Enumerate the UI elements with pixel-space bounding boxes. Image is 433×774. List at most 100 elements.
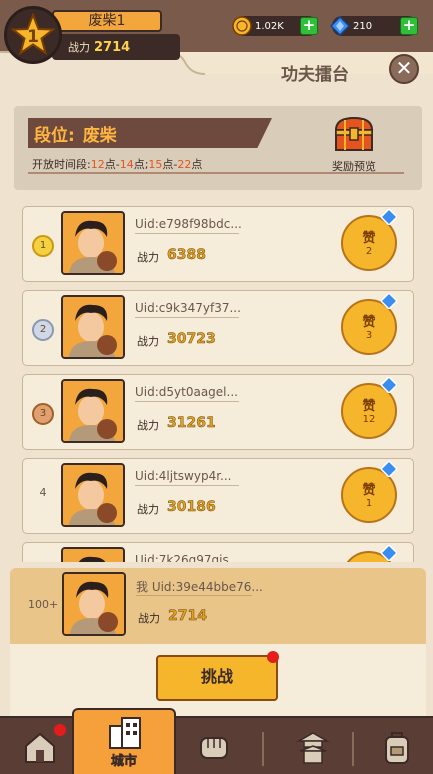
fighter-portrait-icon	[63, 381, 123, 441]
coin-icon	[232, 16, 252, 36]
rank-label: 段位:	[34, 125, 75, 146]
power-value: 6388	[167, 247, 206, 264]
uid-divider	[135, 317, 239, 318]
open-time-t1: 12	[90, 158, 105, 171]
diamond-icon	[381, 545, 397, 561]
reward-preview-button[interactable]: 奖励预览	[326, 116, 382, 174]
fighter-portrait-icon	[63, 213, 123, 273]
close-button[interactable]: ✕	[389, 54, 419, 84]
rank-panel: 段位: 废柴 开放时间段:12点-14点;15点-22点 奖励预览	[14, 106, 422, 190]
open-time-t4: 22	[177, 158, 192, 171]
uid-divider	[135, 233, 239, 234]
coin-counter: 1.02K +	[232, 16, 318, 36]
player-uid: Uid:7k26g97gis...	[135, 553, 241, 562]
fist-icon	[200, 737, 228, 759]
rank-value: 废柴	[82, 125, 117, 146]
avatar[interactable]	[61, 463, 125, 527]
challenge-button[interactable]: 挑战	[156, 655, 278, 701]
open-time-t1u: 点-	[104, 158, 120, 171]
nav-pagoda[interactable]	[280, 718, 346, 774]
power-label: 战力	[137, 251, 159, 264]
like-count: 1	[365, 498, 373, 509]
city-building-icon	[109, 717, 141, 749]
open-time-t4u: 点	[191, 158, 203, 171]
my-power-label: 战力	[138, 612, 160, 625]
power-value: 30723	[167, 331, 216, 348]
uid-divider	[135, 485, 239, 486]
gold-medal-icon: 1	[32, 235, 54, 257]
open-time-t2: 14	[119, 158, 134, 171]
player-uid: Uid:e798f98bdc...	[135, 217, 242, 231]
power-label: 战力	[137, 335, 159, 348]
pagoda-icon	[296, 732, 330, 764]
close-icon: ✕	[395, 56, 413, 80]
my-rank: 100+	[28, 598, 59, 611]
avatar[interactable]	[61, 211, 125, 275]
nav-fight[interactable]	[180, 718, 250, 774]
list-item[interactable]: 1 Uid:e798f98bdc... 战力 6388 赞 2	[22, 206, 414, 282]
open-time-t2u: 点;	[133, 158, 149, 171]
nav-divider	[262, 732, 264, 766]
player-power-value: 2714	[94, 39, 131, 55]
nav-city-label: 城市	[110, 754, 138, 770]
avatar[interactable]	[61, 547, 125, 562]
player-power: 战力 2714	[52, 34, 180, 60]
like-label: 赞	[362, 315, 376, 330]
like-count: 12	[362, 414, 376, 425]
nav-city[interactable]: 城市	[72, 708, 176, 774]
page-title: 功夫擂台	[281, 65, 349, 85]
like-label: 赞	[362, 399, 376, 414]
ranking-list[interactable]: 1 Uid:e798f98bdc... 战力 6388 赞 2 2 Uid:c9…	[22, 206, 414, 562]
gem-counter: 210 +	[330, 16, 418, 36]
notification-dot	[267, 651, 279, 663]
player-uid: Uid:c9k347yf37...	[135, 301, 241, 315]
my-rank-row: 100+ 我 Uid:39e44bbe76... 战力 2714	[10, 568, 426, 644]
diamond-icon	[381, 461, 397, 477]
bronze-medal-icon: 3	[32, 403, 54, 425]
diamond-icon	[381, 293, 397, 309]
fighter-portrait-icon	[64, 574, 124, 634]
nav-divider	[352, 732, 354, 766]
power-value: 31261	[167, 415, 216, 432]
player-power-label: 战力	[68, 41, 90, 54]
open-time-t3u: 点-	[162, 158, 178, 171]
fighter-portrait-icon	[63, 465, 123, 525]
list-item[interactable]: 2 Uid:c9k347yf37... 战力 30723 赞 3	[22, 290, 414, 366]
reward-preview-label: 奖励预览	[332, 160, 376, 173]
diamond-icon	[381, 377, 397, 393]
nav-bag[interactable]	[366, 718, 428, 774]
player-uid: Uid:d5yt0aagel...	[135, 385, 238, 399]
open-time: 开放时间段:12点-14点;15点-22点	[32, 156, 202, 172]
my-power-value: 2714	[168, 608, 207, 625]
diamond-icon	[330, 16, 350, 36]
list-item[interactable]: Uid:7k26g97gis...	[22, 542, 414, 562]
power-label: 战力	[137, 419, 159, 432]
list-item[interactable]: 4 Uid:4ljtswyp4r... 战力 30186 赞 1	[22, 458, 414, 534]
treasure-chest-icon	[334, 116, 374, 151]
open-time-t3: 15	[148, 158, 163, 171]
coin-amount: 1.02K	[255, 20, 284, 32]
fighter-portrait-icon	[63, 549, 123, 562]
my-avatar[interactable]	[62, 572, 126, 636]
diamond-icon	[381, 209, 397, 225]
add-coins-button[interactable]: +	[300, 17, 318, 35]
open-time-prefix: 开放时间段:	[32, 158, 91, 171]
backpack-icon	[385, 732, 409, 764]
like-count: 3	[365, 330, 373, 341]
uid-divider	[135, 401, 239, 402]
avatar[interactable]	[61, 379, 125, 443]
rank-number: 4	[39, 486, 47, 499]
player-uid: Uid:4ljtswyp4r...	[135, 469, 232, 483]
player-name: 废柴1	[52, 10, 162, 32]
silver-medal-icon: 2	[32, 319, 54, 341]
rank-banner: 段位: 废柴	[28, 118, 272, 148]
like-label: 赞	[362, 231, 376, 246]
add-gems-button[interactable]: +	[400, 17, 418, 35]
home-icon	[25, 732, 55, 763]
list-item[interactable]: 3 Uid:d5yt0aagel... 战力 31261 赞 12	[22, 374, 414, 450]
fighter-portrait-icon	[63, 297, 123, 357]
avatar[interactable]	[61, 295, 125, 359]
player-level-badge[interactable]: 1	[4, 6, 62, 64]
power-value: 30186	[167, 499, 216, 516]
like-label: 赞	[362, 483, 376, 498]
